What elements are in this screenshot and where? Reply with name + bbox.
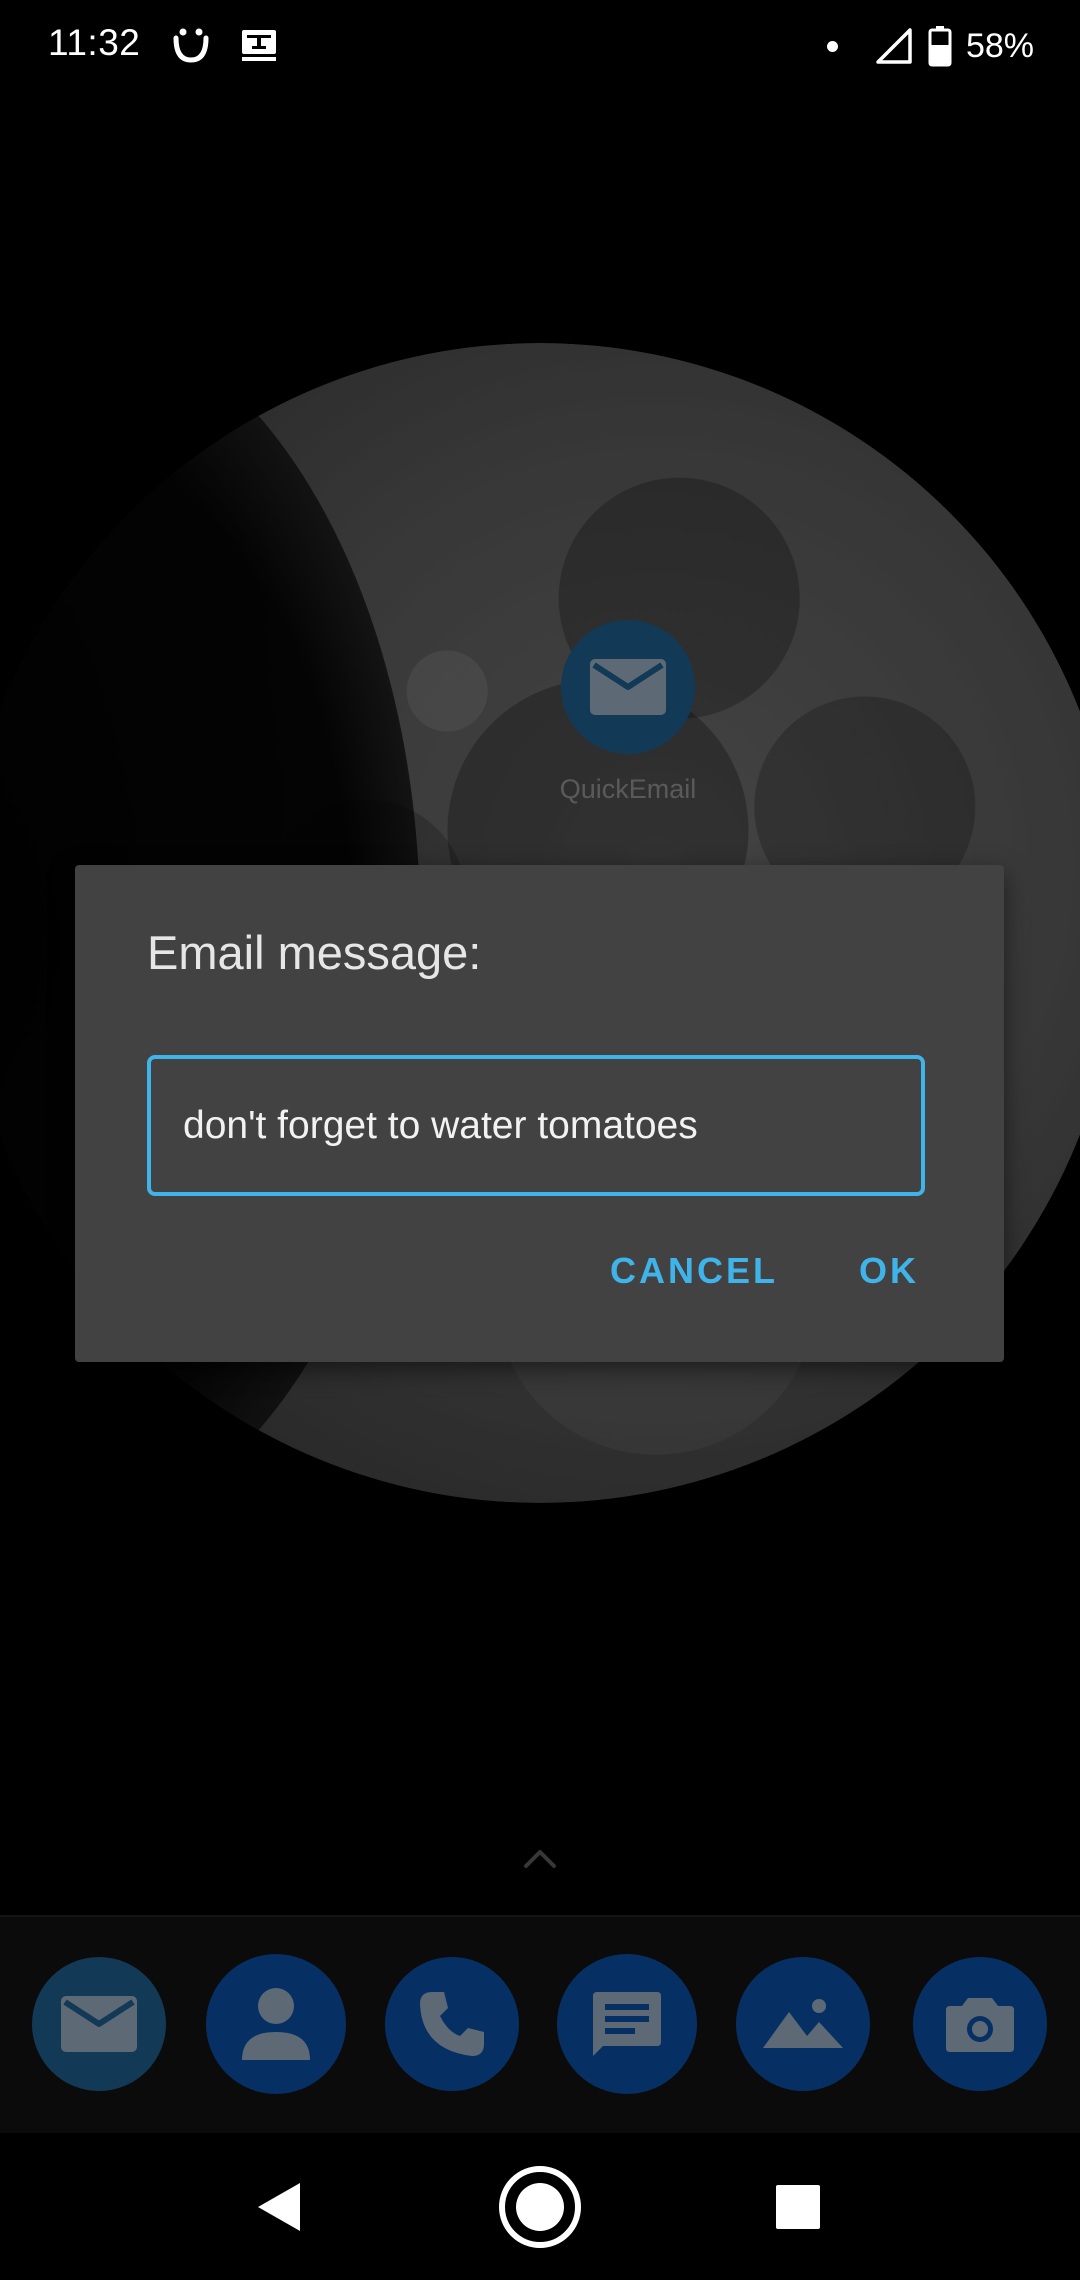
status-time: 11:32 xyxy=(48,22,141,63)
smiley-icon xyxy=(173,28,209,63)
home-icon[interactable] xyxy=(497,2164,583,2250)
signal-icon xyxy=(876,28,912,64)
email-message-input[interactable] xyxy=(147,1055,925,1196)
home-screen: 11:32 58% QuickEmail Email message: don'… xyxy=(0,0,1080,2280)
ok-button[interactable]: OK xyxy=(859,1250,919,1292)
battery-percent: 58% xyxy=(965,26,1034,65)
notification-dot-icon xyxy=(826,40,838,52)
status-bar: 11:32 58% xyxy=(0,0,1080,92)
navigation-bar xyxy=(0,2133,1080,2280)
back-icon[interactable] xyxy=(256,2181,302,2233)
recents-icon[interactable] xyxy=(775,2184,821,2230)
keyboard-icon xyxy=(242,30,276,61)
cancel-button[interactable]: CANCEL xyxy=(610,1250,778,1292)
email-message-dialog: Email message: CANCEL OK xyxy=(75,865,1004,1362)
battery-icon xyxy=(928,26,952,67)
status-right-group: 58% xyxy=(826,22,1034,70)
dialog-title: Email message: xyxy=(147,926,482,979)
